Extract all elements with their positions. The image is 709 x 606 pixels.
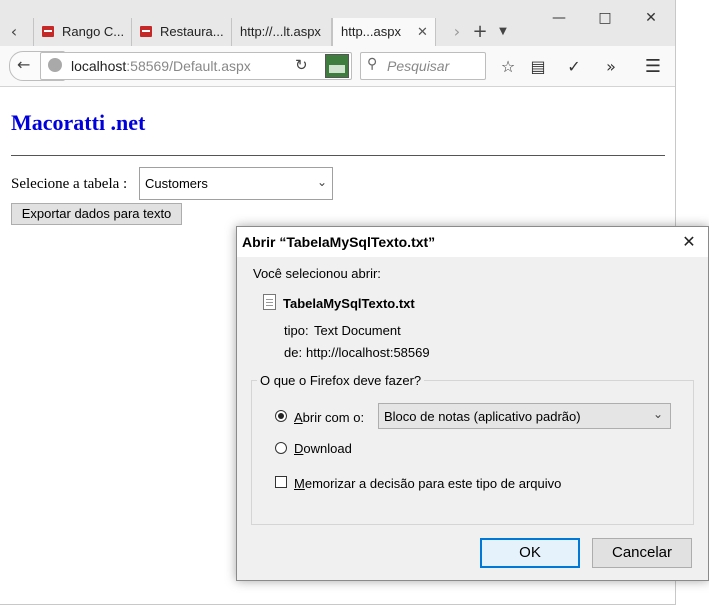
table-select[interactable]: Customers ⌄ bbox=[139, 167, 333, 200]
reading-list-icon[interactable]: ▤ bbox=[527, 56, 549, 78]
table-select-value: Customers bbox=[145, 176, 208, 191]
search-icon: ⚲ bbox=[367, 56, 378, 72]
file-type-label: tipo: bbox=[284, 323, 309, 338]
text-file-icon bbox=[263, 294, 276, 310]
chevron-down-icon: ⌄ bbox=[653, 407, 664, 421]
new-tab-icon[interactable]: + bbox=[470, 20, 490, 44]
application-select[interactable]: Bloco de notas (aplicativo padrão) ⌄ bbox=[378, 403, 671, 429]
download-label[interactable]: Download bbox=[294, 441, 352, 456]
cancel-button[interactable]: Cancelar bbox=[592, 538, 692, 568]
tab-list-icon[interactable]: ▼ bbox=[494, 20, 512, 44]
tab-strip: — □ ✕ ‹ Rango C... Restaura... http://..… bbox=[0, 0, 675, 46]
export-button[interactable]: Exportar dados para texto bbox=[11, 203, 182, 225]
file-source-label: de: bbox=[284, 345, 303, 360]
download-radio[interactable] bbox=[275, 442, 287, 454]
tab-scroll-right-icon[interactable]: › bbox=[448, 20, 466, 44]
remember-label[interactable]: Memorizar a decisão para este tipo de ar… bbox=[294, 476, 561, 491]
open-with-radio[interactable] bbox=[275, 410, 287, 422]
tab-default-aspx[interactable]: http://...lt.aspx bbox=[232, 18, 332, 46]
maximize-icon[interactable]: □ bbox=[594, 8, 616, 28]
tab-scroll-left-icon[interactable]: ‹ bbox=[4, 20, 24, 44]
download-label-text: ownload bbox=[303, 441, 352, 456]
open-with-accesskey: A bbox=[294, 410, 303, 425]
tab-label: Restaura... bbox=[160, 24, 224, 39]
url-path: :58569/Default.aspx bbox=[126, 58, 251, 74]
open-file-dialog: Abrir “TabelaMySqlTexto.txt” ✕ Você sele… bbox=[236, 226, 709, 581]
file-type-value: Text Document bbox=[314, 323, 401, 338]
table-select-label: Selecione a tabela : bbox=[11, 176, 128, 192]
tab-label: http...aspx bbox=[341, 24, 401, 39]
url-host: localhost bbox=[71, 58, 127, 74]
bookmark-star-icon[interactable]: ☆ bbox=[497, 56, 519, 78]
file-source-value: http://localhost:58569 bbox=[306, 345, 430, 360]
minimize-icon[interactable]: — bbox=[548, 8, 570, 28]
remember-checkbox[interactable] bbox=[275, 476, 287, 488]
ok-button[interactable]: OK bbox=[480, 538, 580, 568]
download-accesskey: D bbox=[294, 441, 304, 456]
tab-label: Rango C... bbox=[62, 24, 125, 39]
open-with-label[interactable]: Abrir com o: bbox=[294, 410, 364, 425]
page-heading: Macoratti .net bbox=[11, 110, 146, 135]
tab-close-icon[interactable]: ✕ bbox=[417, 18, 428, 46]
navigation-toolbar: ← localhost:58569/Default.aspx ↻ ⚲ Pesqu… bbox=[0, 46, 675, 87]
overflow-icon[interactable]: » bbox=[600, 56, 622, 78]
radio-selected-dot bbox=[278, 413, 284, 419]
reload-icon[interactable]: ↻ bbox=[295, 56, 308, 74]
chevron-down-icon: ⌄ bbox=[317, 175, 328, 189]
site-identity-icon[interactable] bbox=[48, 58, 62, 72]
dialog-titlebar: Abrir “TabelaMySqlTexto.txt” ✕ bbox=[237, 227, 708, 257]
remember-label-text: emorizar a decisão para este tipo de arq… bbox=[304, 476, 562, 491]
dialog-close-icon[interactable]: ✕ bbox=[677, 231, 701, 253]
action-group-title: O que o Firefox deve fazer? bbox=[257, 373, 425, 388]
remember-accesskey: M bbox=[294, 476, 305, 491]
search-placeholder: Pesquisar bbox=[387, 58, 450, 74]
url-bar[interactable]: localhost:58569/Default.aspx ↻ bbox=[40, 52, 352, 80]
window-close-icon[interactable]: ✕ bbox=[640, 8, 662, 28]
menu-icon[interactable]: ☰ bbox=[642, 56, 664, 78]
url-text: localhost:58569/Default.aspx bbox=[71, 58, 251, 74]
tab-active[interactable]: http...aspx ✕ bbox=[332, 18, 436, 46]
search-bar[interactable]: ⚲ Pesquisar bbox=[360, 52, 486, 80]
site-favicon-icon bbox=[42, 26, 54, 37]
horizontal-rule bbox=[11, 155, 665, 156]
dialog-title: Abrir “TabelaMySqlTexto.txt” bbox=[242, 234, 436, 250]
pocket-icon[interactable]: ✓ bbox=[563, 56, 585, 78]
file-name: TabelaMySqlTexto.txt bbox=[283, 296, 415, 311]
tab-restaurante[interactable]: Restaura... bbox=[132, 18, 232, 46]
screenshot-addon-icon[interactable] bbox=[325, 54, 349, 78]
site-favicon-icon bbox=[140, 26, 152, 37]
tab-label: http://...lt.aspx bbox=[240, 24, 321, 39]
application-select-value: Bloco de notas (aplicativo padrão) bbox=[384, 409, 581, 424]
back-icon: ← bbox=[17, 55, 31, 74]
tab-rango[interactable]: Rango C... bbox=[33, 18, 132, 46]
open-with-label-text: brir com o: bbox=[302, 410, 365, 425]
dialog-intro: Você selecionou abrir: bbox=[253, 266, 381, 281]
